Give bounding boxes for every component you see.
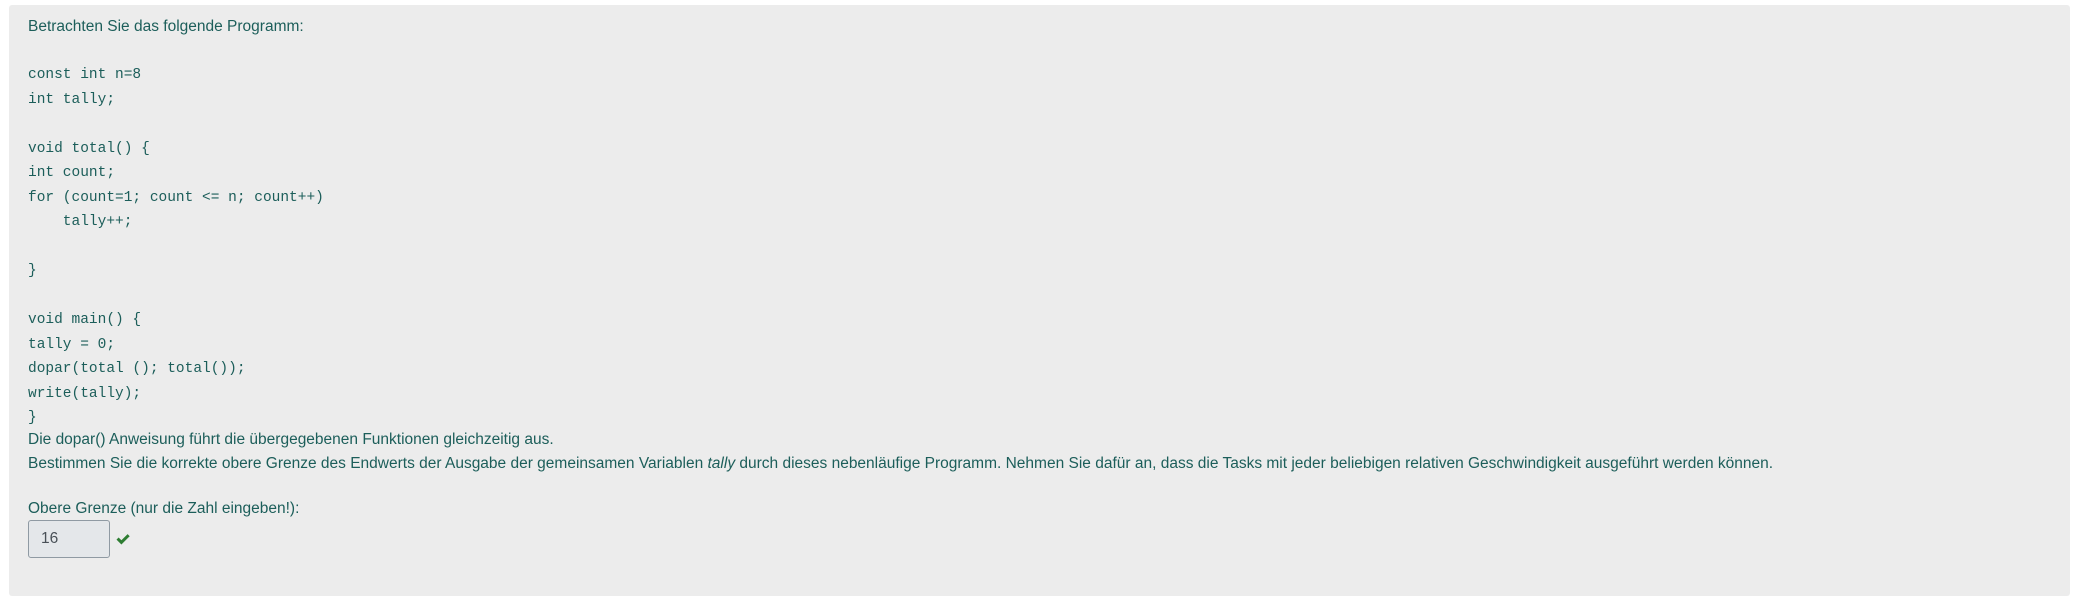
question-description-line2: Bestimmen Sie die korrekte obere Grenze … <box>28 454 1773 474</box>
answer-input[interactable] <box>28 520 110 558</box>
code-line: int tally; <box>28 91 116 108</box>
code-block: const int n=8 int tally; void total() { int… <box>28 63 324 431</box>
code-line: void total() { <box>28 140 150 157</box>
code-line: tally++; <box>28 214 133 230</box>
question-intro: Betrachten Sie das folgende Programm: <box>28 18 304 35</box>
code-line: } <box>28 410 37 426</box>
question-content: Betrachten Sie das folgende Programm: co… <box>28 5 2070 596</box>
code-line: int count; <box>28 165 116 181</box>
code-line: write(tally); <box>28 385 142 402</box>
code-line: const int n=8 <box>28 67 142 83</box>
description-text-after: durch dieses nebenläufige Programm. Nehm… <box>735 455 1774 472</box>
code-line: dopar(total (); total()); <box>28 361 246 377</box>
check-icon <box>116 534 130 545</box>
code-line: } <box>28 263 37 279</box>
question-description-line1: Die dopar() Anweisung führt die übergege… <box>28 431 554 448</box>
answer-label: Obere Grenze (nur die Zahl eingeben!): <box>28 500 300 517</box>
code-line: for (count=1; count <= n; count++) <box>28 189 324 206</box>
variable-name-emphasis: tally <box>707 455 736 472</box>
code-line: void main() { <box>28 312 142 328</box>
code-line: tally = 0; <box>28 336 116 353</box>
question-card: Betrachten Sie das folgende Programm: co… <box>9 5 2070 596</box>
description-text-before: Bestimmen Sie die korrekte obere Grenze … <box>28 455 708 472</box>
